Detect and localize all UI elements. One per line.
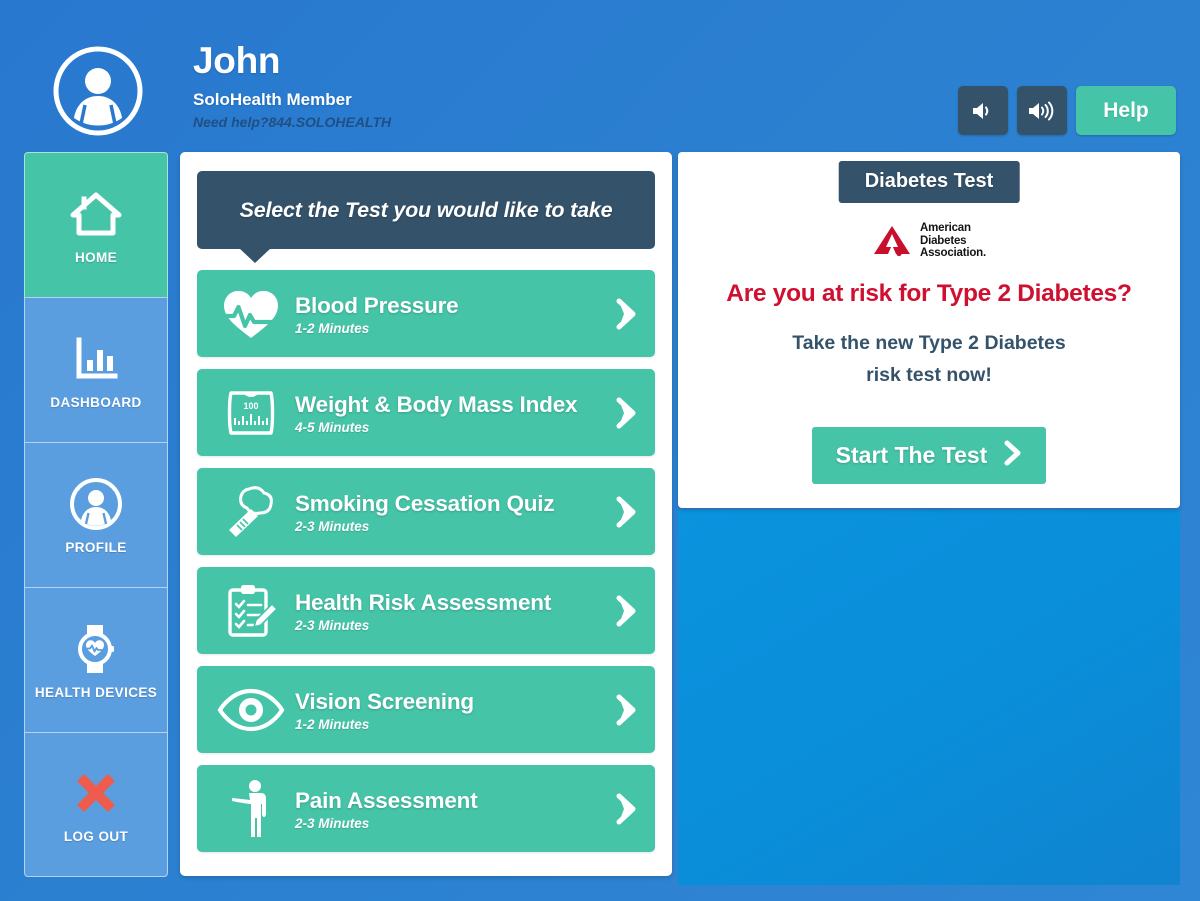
sidebar-item-label: HOME: [74, 249, 118, 265]
bar-chart-icon: [72, 331, 120, 387]
avatar: [52, 45, 144, 137]
sidebar-item-label: DASHBOARD: [50, 394, 142, 410]
sidebar: HOME DASHBOARD PROFILE HEALTH DEVICES LO…: [24, 152, 168, 877]
test-duration: 2-3 Minutes: [295, 815, 370, 831]
test-title: Blood Pressure: [295, 292, 459, 318]
speaker-high-icon: [1029, 101, 1054, 120]
person-circle-icon: [69, 476, 123, 532]
promo-headline: Are you at risk for Type 2 Diabetes?: [726, 280, 1132, 307]
tests-panel: Select the Test you would like to take B…: [180, 152, 672, 876]
ada-line-1: American: [920, 222, 971, 234]
test-duration: 1-2 Minutes: [295, 716, 370, 732]
ada-line-3: Association.: [920, 247, 986, 260]
cigarette-smoke-icon: [213, 481, 289, 543]
user-info: John SoloHealth Member Need help?844.SOL…: [193, 40, 391, 131]
test-duration: 2-3 Minutes: [295, 617, 370, 633]
test-duration: 1-2 Minutes: [295, 320, 370, 336]
help-button[interactable]: Help: [1076, 86, 1176, 135]
speaker-low-icon: [973, 102, 989, 119]
heart-pulse-icon: [213, 283, 289, 345]
house-icon: [70, 186, 122, 242]
ada-triangle-icon: [874, 225, 911, 256]
start-the-test-label: Start The Test: [835, 442, 988, 468]
chevron-right-icon: [611, 595, 641, 627]
help-phone: Need help?844.SOLOHEALTH: [193, 114, 392, 130]
start-the-test-button[interactable]: Start The Test: [812, 427, 1046, 484]
sidebar-item-label: LOG OUT: [63, 829, 129, 844]
promo-subtext-line-2: risk test now!: [866, 364, 992, 386]
chevron-right-icon: [1003, 440, 1022, 472]
ada-wordmark: American Diabetes Association.: [920, 222, 986, 260]
chevron-right-icon: [611, 496, 641, 528]
test-item-text: Vision Screening 1-2 Minutes: [289, 688, 611, 732]
chevron-right-icon: [611, 397, 641, 429]
ada-line-2: Diabetes: [920, 234, 967, 247]
sidebar-item-log-out[interactable]: LOG OUT: [24, 732, 168, 877]
volume-up-button[interactable]: [1017, 86, 1067, 135]
promo-subtext: Take the new Type 2 Diabetes risk test n…: [678, 327, 1180, 391]
sidebar-item-label: HEALTH DEVICES: [34, 684, 158, 700]
american-diabetes-association-logo: American Diabetes Association.: [872, 222, 986, 260]
eye-icon: [213, 679, 289, 741]
sidebar-item-health-devices[interactable]: HEALTH DEVICES: [24, 587, 168, 732]
test-item-text: Blood Pressure 1-2 Minutes: [289, 292, 611, 336]
test-item-text: Pain Assessment 2-3 Minutes: [289, 787, 611, 831]
promo-subtext-line-1: Take the new Type 2 Diabetes: [792, 332, 1066, 354]
red-x-icon: [71, 765, 121, 821]
user-name: John: [193, 40, 281, 81]
sidebar-item-dashboard[interactable]: DASHBOARD: [24, 297, 168, 442]
chevron-right-icon: [611, 793, 641, 825]
sidebar-item-home[interactable]: HOME: [24, 152, 168, 297]
header-actions: Help: [958, 86, 1176, 135]
smartwatch-heart-icon: [70, 621, 122, 677]
promo-card: Diabetes Test American Diabetes Associat…: [678, 152, 1180, 508]
user-avatar-icon: [53, 46, 143, 136]
promo-tab-label: Diabetes Test: [838, 161, 1020, 203]
tests-prompt-text: Select the Test you would like to take: [239, 197, 613, 222]
test-title: Pain Assessment: [295, 787, 478, 813]
user-role: SoloHealth Member: [193, 90, 352, 109]
app-header: John SoloHealth Member Need help?844.SOL…: [0, 0, 1200, 150]
test-item-health-risk-assessment[interactable]: Health Risk Assessment 2-3 Minutes: [197, 567, 655, 654]
test-item-pain-assessment[interactable]: Pain Assessment 2-3 Minutes: [197, 765, 655, 852]
volume-down-button[interactable]: [958, 86, 1008, 135]
test-item-vision-screening[interactable]: Vision Screening 1-2 Minutes: [197, 666, 655, 753]
test-title: Health Risk Assessment: [295, 589, 552, 615]
test-duration: 4-5 Minutes: [295, 419, 370, 435]
test-item-text: Smoking Cessation Quiz 2-3 Minutes: [289, 490, 611, 534]
chevron-right-icon: [611, 694, 641, 726]
clipboard-pencil-icon: [213, 580, 289, 642]
test-duration: 2-3 Minutes: [295, 518, 370, 534]
tests-prompt: Select the Test you would like to take: [197, 171, 655, 263]
human-body-icon: [213, 778, 289, 840]
test-title: Smoking Cessation Quiz: [295, 490, 555, 516]
test-item-smoking-cessation[interactable]: Smoking Cessation Quiz 2-3 Minutes: [197, 468, 655, 555]
svg-text:100: 100: [243, 401, 258, 411]
scale-icon: 100: [213, 382, 289, 444]
test-item-text: Health Risk Assessment 2-3 Minutes: [289, 589, 611, 633]
test-item-text: Weight & Body Mass Index 4-5 Minutes: [289, 391, 611, 435]
test-item-blood-pressure[interactable]: Blood Pressure 1-2 Minutes: [197, 270, 655, 357]
test-title: Vision Screening: [295, 688, 474, 714]
sidebar-item-profile[interactable]: PROFILE: [24, 442, 168, 587]
test-item-weight-bmi[interactable]: 100 Weight & Body Mass Index 4-5 Minutes: [197, 369, 655, 456]
promo-background-panel: [678, 510, 1180, 885]
chevron-right-icon: [611, 298, 641, 330]
sidebar-item-label: PROFILE: [65, 539, 127, 555]
test-title: Weight & Body Mass Index: [295, 391, 578, 417]
